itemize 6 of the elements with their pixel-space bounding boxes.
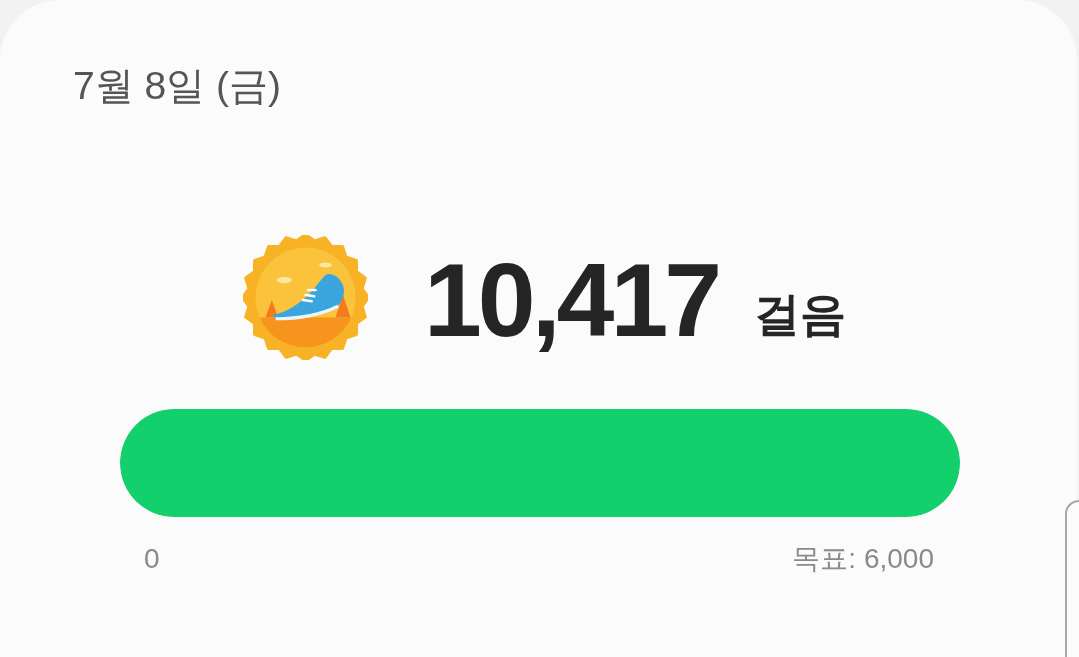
step-unit: 걸음 — [754, 287, 847, 342]
step-count: 10,417 — [424, 248, 719, 352]
min-label: 0 — [144, 542, 160, 576]
date-label: 7월 8일 (금) — [73, 63, 282, 109]
shoe-badge-icon — [243, 234, 368, 360]
goal-label: 목표: 6,000 — [792, 542, 934, 576]
